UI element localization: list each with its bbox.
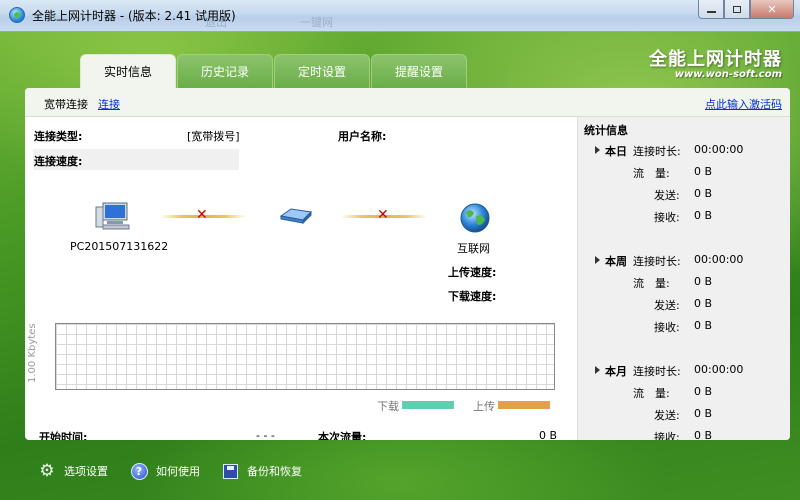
- stats-sent-value: 0 B: [694, 187, 713, 200]
- main-panel: 宽带连接 连接 点此输入激活码 连接类型: [宽带拨号] 用户名称: 连接速度:…: [25, 88, 790, 440]
- expand-arrow-icon: [595, 256, 600, 264]
- download-speed-label: 下载速度:: [448, 290, 497, 303]
- realtime-info-area: 连接类型: [宽带拨号] 用户名称: 连接速度: PC201507131622 …: [25, 117, 577, 440]
- help-button[interactable]: ? 如何使用: [130, 462, 200, 480]
- ghost-text-oneclick: 一键网: [300, 16, 333, 29]
- close-button[interactable]: ✕: [750, 0, 794, 19]
- activate-code-link[interactable]: 点此输入激活码: [705, 96, 782, 112]
- stats-duration-value: 00:00:00: [694, 143, 744, 156]
- stats-traffic-value: 0 B: [694, 165, 713, 178]
- legend-download-swatch: [402, 401, 454, 409]
- stats-period: 本月: [605, 365, 627, 378]
- stats-duration-label: 连接时长:: [633, 365, 681, 378]
- maximize-icon: [733, 5, 741, 13]
- stats-recv-label: 接收:: [654, 321, 680, 334]
- start-time-label: 开始时间:: [39, 431, 88, 440]
- internet-label: 互联网: [457, 242, 490, 255]
- help-label: 如何使用: [156, 465, 200, 478]
- app-window: 全能上网计时器 - (版本: 2.41 试用版) 退出 一键网 ✕ 全能上网计时…: [0, 0, 800, 500]
- stats-sent-value: 0 B: [694, 297, 713, 310]
- disconnected-x-icon: ✕: [196, 207, 208, 223]
- maximize-button[interactable]: [724, 0, 750, 19]
- floppy-disk-icon: [221, 462, 239, 480]
- brand-logo: 全能上网计时器 www.won-soft.com: [649, 45, 782, 80]
- stats-recv-label: 接收:: [654, 211, 680, 224]
- tab-schedule[interactable]: 定时设置: [274, 54, 370, 88]
- connection-bar: 宽带连接 连接 点此输入激活码: [25, 88, 790, 117]
- tab-realtime[interactable]: 实时信息: [80, 54, 176, 88]
- stats-duration-value: 00:00:00: [694, 253, 744, 266]
- pc-name-label: PC201507131622: [70, 240, 169, 253]
- ghost-text-exit: 退出: [205, 16, 227, 29]
- stats-recv-value: 0 B: [694, 209, 713, 222]
- tab-bar: 实时信息 历史记录 定时设置 提醒设置: [80, 54, 468, 88]
- stats-duration-value: 00:00:00: [694, 363, 744, 376]
- connection-speed-label: 连接速度:: [34, 155, 83, 168]
- close-icon: ✕: [767, 2, 777, 16]
- app-globe-icon: [9, 7, 25, 23]
- upload-speed-label: 上传速度:: [448, 266, 497, 279]
- stats-sent-label: 发送:: [654, 189, 680, 202]
- stats-sent-label: 发送:: [654, 409, 680, 422]
- session-traffic-value: 0 B: [539, 429, 558, 440]
- stats-title: 统计信息: [584, 124, 628, 137]
- connection-type-value: [宽带拨号]: [187, 130, 240, 143]
- options-button[interactable]: ⚙ 选项设置: [38, 462, 108, 480]
- backup-restore-button[interactable]: 备份和恢复: [221, 462, 302, 480]
- graph-y-axis-label: 1.00 Kbytes: [27, 323, 38, 383]
- stats-duration-label: 连接时长:: [633, 255, 681, 268]
- minimize-button[interactable]: [698, 0, 724, 19]
- start-time-value: - - -: [256, 429, 275, 440]
- stats-traffic-label: 流 量:: [633, 387, 670, 400]
- legend-download-label: 下载: [377, 400, 399, 413]
- legend-upload-swatch: [498, 401, 550, 409]
- gear-icon: ⚙: [39, 460, 55, 481]
- stats-recv-value: 0 B: [694, 429, 713, 440]
- tab-reminder[interactable]: 提醒设置: [371, 54, 467, 88]
- brand-name: 全能上网计时器: [649, 49, 782, 70]
- globe-icon: [460, 203, 490, 233]
- statistics-panel: 统计信息 本日 连接时长: 00:00:00 流 量: 0 B 发送: 0 B …: [577, 117, 790, 440]
- session-traffic-label: 本次流量:: [318, 431, 367, 440]
- modem-icon: [279, 208, 313, 225]
- bottom-toolbar: ⚙ 选项设置 ? 如何使用 备份和恢复: [0, 452, 800, 492]
- stats-traffic-label: 流 量:: [633, 277, 670, 290]
- tab-history[interactable]: 历史记录: [177, 54, 273, 88]
- stats-traffic-value: 0 B: [694, 275, 713, 288]
- help-icon: ?: [130, 462, 148, 480]
- backup-label: 备份和恢复: [247, 465, 302, 478]
- expand-arrow-icon: [595, 366, 600, 374]
- stats-duration-label: 连接时长:: [633, 145, 681, 158]
- expand-arrow-icon: [595, 146, 600, 154]
- legend-upload-label: 上传: [473, 400, 495, 413]
- stats-recv-label: 接收:: [654, 431, 680, 440]
- username-label: 用户名称:: [338, 130, 387, 143]
- stats-recv-value: 0 B: [694, 319, 713, 332]
- stats-sent-label: 发送:: [654, 299, 680, 312]
- stats-period: 本周: [605, 255, 627, 268]
- traffic-graph: [55, 323, 555, 390]
- stats-sent-value: 0 B: [694, 407, 713, 420]
- options-label: 选项设置: [64, 465, 108, 478]
- title-bar: 全能上网计时器 - (版本: 2.41 试用版) 退出 一键网 ✕: [0, 0, 800, 32]
- connection-speed-row: 连接速度:: [33, 149, 239, 170]
- stats-period: 本日: [605, 145, 627, 158]
- connection-type-label: 连接类型:: [34, 130, 83, 143]
- minimize-icon: [706, 10, 716, 13]
- stats-traffic-value: 0 B: [694, 385, 713, 398]
- computer-icon: [95, 202, 130, 230]
- disconnected-x-icon: ✕: [377, 207, 389, 223]
- connect-link[interactable]: 连接: [98, 96, 120, 112]
- window-controls: ✕: [698, 0, 794, 20]
- stats-traffic-label: 流 量:: [633, 167, 670, 180]
- connection-name: 宽带连接: [44, 98, 88, 111]
